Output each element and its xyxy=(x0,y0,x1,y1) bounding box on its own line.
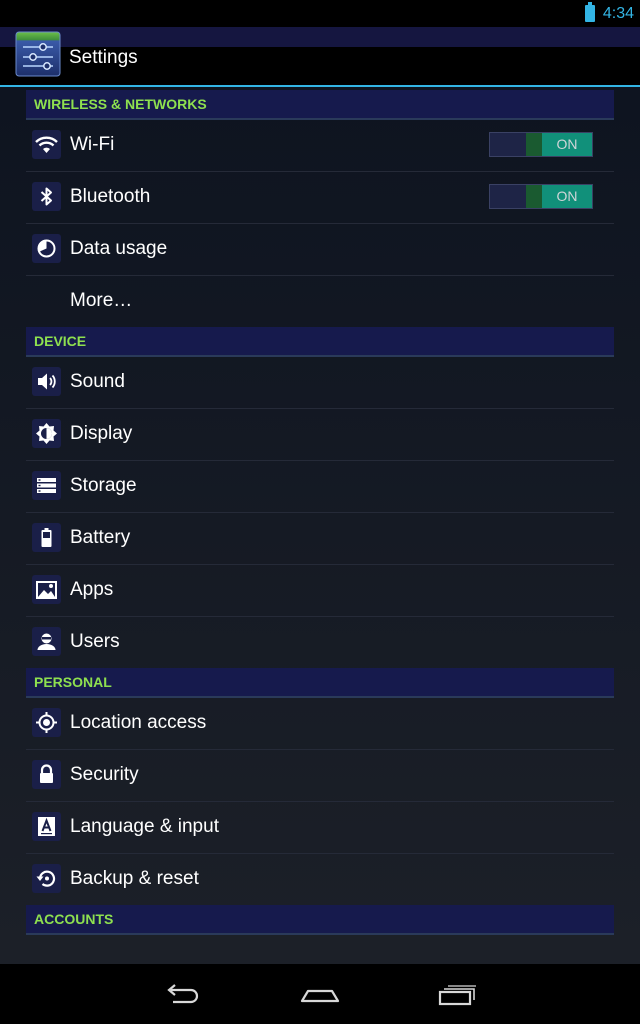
settings-item-location[interactable]: Location access xyxy=(26,698,614,750)
settings-sliders-icon[interactable] xyxy=(15,31,61,77)
settings-item-language[interactable]: Language & input xyxy=(26,802,614,854)
settings-item-data-usage[interactable]: Data usage xyxy=(26,224,614,276)
settings-item-users[interactable]: Users xyxy=(26,617,614,668)
lock-icon xyxy=(32,760,61,789)
settings-item-label: Backup & reset xyxy=(70,868,199,889)
settings-item-label: Display xyxy=(70,423,133,444)
settings-item-battery[interactable]: Battery xyxy=(26,513,614,565)
recents-icon[interactable] xyxy=(437,982,477,1008)
wifi-icon xyxy=(32,130,61,159)
settings-item-bluetooth[interactable]: Bluetooth ON xyxy=(26,172,614,224)
section-header-personal: PERSONAL xyxy=(26,668,614,698)
battery-full-icon xyxy=(584,2,595,22)
settings-list-container[interactable]: WIRELESS & NETWORKS Wi-Fi ON Bluetooth O… xyxy=(0,87,640,964)
settings-item-display[interactable]: Display xyxy=(26,409,614,461)
settings-item-label: Battery xyxy=(70,527,131,548)
toggle-state-label: ON xyxy=(556,136,578,152)
storage-icon xyxy=(32,471,61,500)
settings-item-more[interactable]: More… xyxy=(26,276,614,327)
action-bar: Settings xyxy=(0,27,640,87)
location-icon xyxy=(32,708,61,737)
settings-item-label: Bluetooth xyxy=(70,186,151,207)
settings-item-apps[interactable]: Apps xyxy=(26,565,614,617)
settings-item-label: Language & input xyxy=(70,816,219,837)
settings-item-storage[interactable]: Storage xyxy=(26,461,614,513)
settings-item-backup[interactable]: Backup & reset xyxy=(26,854,614,905)
settings-item-label: Users xyxy=(70,631,120,652)
settings-item-wifi[interactable]: Wi-Fi ON xyxy=(26,120,614,172)
home-icon[interactable] xyxy=(300,982,340,1008)
settings-item-label: Data usage xyxy=(70,238,168,259)
settings-item-label: Storage xyxy=(70,475,137,496)
status-right: 4:34 xyxy=(584,2,634,23)
settings-item-label: Wi-Fi xyxy=(70,134,115,155)
backup-reset-icon xyxy=(32,864,61,893)
wifi-toggle[interactable]: ON xyxy=(489,132,593,157)
settings-item-sound[interactable]: Sound xyxy=(26,357,614,409)
brightness-icon xyxy=(32,419,61,448)
toggle-state-label: ON xyxy=(556,188,578,204)
page-title: Settings xyxy=(69,47,138,68)
toggle-thumb-edge xyxy=(526,185,542,208)
navigation-bar xyxy=(0,964,640,1024)
section-header-device: DEVICE xyxy=(26,327,614,357)
section-header-accounts: ACCOUNTS xyxy=(26,905,614,935)
toggle-thumb-edge xyxy=(526,133,542,156)
settings-item-label: Location access xyxy=(70,712,207,733)
data-usage-icon xyxy=(32,234,61,263)
apps-icon xyxy=(32,575,61,604)
user-icon xyxy=(32,627,61,656)
back-icon[interactable] xyxy=(163,982,203,1008)
settings-screen: 4:34 Settings WIRELESS & NETWORKS Wi-Fi … xyxy=(0,0,640,1024)
battery-icon xyxy=(32,523,61,552)
status-bar: 4:34 xyxy=(0,0,640,27)
bluetooth-toggle[interactable]: ON xyxy=(489,184,593,209)
bluetooth-icon xyxy=(32,182,61,211)
settings-item-label: Sound xyxy=(70,371,125,392)
settings-list: WIRELESS & NETWORKS Wi-Fi ON Bluetooth O… xyxy=(26,90,614,935)
settings-item-label: Apps xyxy=(70,579,114,600)
status-clock: 4:34 xyxy=(602,5,634,22)
settings-item-label: More… xyxy=(70,290,133,311)
settings-item-security[interactable]: Security xyxy=(26,750,614,802)
settings-item-label: Security xyxy=(70,764,139,785)
speaker-icon xyxy=(32,367,61,396)
keyboard-a-icon xyxy=(32,812,61,841)
section-header-wireless: WIRELESS & NETWORKS xyxy=(26,90,614,120)
